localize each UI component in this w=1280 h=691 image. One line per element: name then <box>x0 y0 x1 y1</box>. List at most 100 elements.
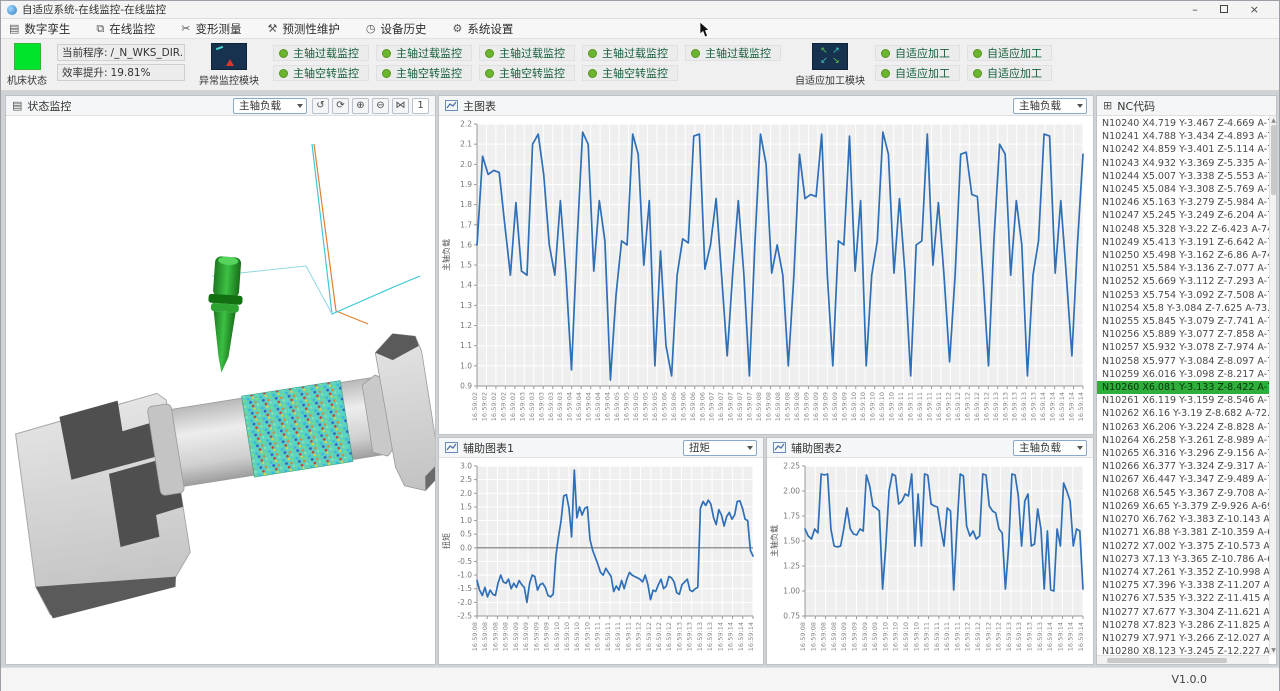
adaptive-machining-3[interactable]: 自适应加工 <box>875 65 960 81</box>
menu-item-online-monitor[interactable]: ⧉在线监控 <box>96 21 155 37</box>
nc-line[interactable]: N10254 X5.8 Y-3.084 Z-7.625 A-73.571 C <box>1097 302 1269 315</box>
nc-horizontal-scrollbar[interactable] <box>1097 655 1269 664</box>
menu-item-device-history[interactable]: ◷设备历史 <box>366 21 427 37</box>
fit-view-icon[interactable]: ⋈ <box>392 98 409 114</box>
nc-vertical-scrollbar[interactable]: ▲ ▼ <box>1269 116 1276 655</box>
rotate-left-icon[interactable]: ↺ <box>312 98 329 114</box>
svg-text:16:59:13: 16:59:13 <box>1001 392 1009 421</box>
nc-line[interactable]: N10253 X5.754 Y-3.092 Z-7.508 A-73.677 <box>1097 289 1269 302</box>
nc-line[interactable]: N10245 X5.084 Y-3.308 Z-5.769 A-75.088 <box>1097 183 1269 196</box>
machine-status-indicator <box>14 43 41 70</box>
menu-item-deform-measure[interactable]: ✂变形测量 <box>181 21 241 37</box>
nc-line[interactable]: N10261 X6.119 Y-3.159 Z-8.546 A-72.701 <box>1097 394 1269 407</box>
status-dot-icon <box>881 69 890 78</box>
nc-line[interactable]: N10279 X7.971 Y-3.266 Z-12.027 A-62.98 <box>1097 632 1269 645</box>
nc-line[interactable]: N10258 X5.977 Y-3.084 Z-8.097 A-73.138 <box>1097 355 1269 368</box>
zoom-out-icon[interactable]: ⊖ <box>372 98 389 114</box>
view-number[interactable]: 1 <box>412 98 429 114</box>
nc-line[interactable]: N10243 X4.932 Y-3.369 Z-5.335 A-75.523 <box>1097 157 1269 170</box>
nc-line[interactable]: N10264 X6.258 Y-3.261 Z-8.989 A-72.072 <box>1097 434 1269 447</box>
zoom-in-icon[interactable]: ⊕ <box>352 98 369 114</box>
nc-line[interactable]: N10242 X4.859 Y-3.401 Z-5.114 A-75.775 <box>1097 143 1269 156</box>
svg-text:16:59:11: 16:59:11 <box>943 622 951 651</box>
scroll-down-icon[interactable]: ▼ <box>1270 647 1276 654</box>
spindle-idle-monitor-2[interactable]: 主轴空转监控 <box>376 65 472 81</box>
adaptive-machining-4[interactable]: 自适应加工 <box>967 65 1052 81</box>
close-button[interactable]: × <box>1250 5 1259 15</box>
svg-text:16:59:09: 16:59:09 <box>522 622 530 651</box>
nc-line[interactable]: N10262 X6.16 Y-3.19 Z-8.682 A-72.534 C <box>1097 407 1269 420</box>
nc-line[interactable]: N10277 X7.677 Y-3.304 Z-11.621 A-64.48 <box>1097 606 1269 619</box>
device-history-icon: ◷ <box>366 22 376 35</box>
nc-line[interactable]: N10265 X6.316 Y-3.296 Z-9.156 A-71.771 <box>1097 447 1269 460</box>
nc-line[interactable]: N10255 X5.845 Y-3.079 Z-7.741 A-73.458 <box>1097 315 1269 328</box>
nc-line[interactable]: N10250 X5.498 Y-3.162 Z-6.86 A-74.178 C <box>1097 249 1269 262</box>
nc-line[interactable]: N10278 X7.823 Y-3.286 Z-11.825 A-63.73 <box>1097 619 1269 632</box>
spindle-overload-monitor-3[interactable]: 主轴过载监控 <box>479 45 575 61</box>
nc-line[interactable]: N10270 X6.762 Y-3.383 Z-10.143 A-69.34 <box>1097 513 1269 526</box>
nc-line[interactable]: N10263 X6.206 Y-3.224 Z-8.828 A-72.33 C <box>1097 421 1269 434</box>
spindle-overload-monitor-4[interactable]: 主轴过载监控 <box>582 45 678 61</box>
nc-line[interactable]: N10241 X4.788 Y-3.434 Z-4.893 A-76.062 <box>1097 130 1269 143</box>
menu-item-system-settings[interactable]: ⚙系统设置 <box>452 21 513 37</box>
adaptive-machining-1[interactable]: 自适应加工 <box>875 45 960 61</box>
nc-line[interactable]: N10248 X5.328 Y-3.22 Z-6.423 A-74.52 C <box>1097 223 1269 236</box>
machine-3d-view[interactable] <box>6 116 435 664</box>
nc-code-list[interactable]: N10240 X4.719 Y-3.467 Z-4.669 A-76.396N1… <box>1097 117 1269 655</box>
predictive-maintenance-icon: ⚒ <box>267 22 277 35</box>
nc-line[interactable]: N10274 X7.261 Y-3.352 Z-10.998 A-66.67 <box>1097 566 1269 579</box>
nc-line[interactable]: N10269 X6.65 Y-3.379 Z-9.926 A-69.947 C <box>1097 500 1269 513</box>
nc-line[interactable]: N10271 X6.88 Y-3.381 Z-10.359 A-68.711 <box>1097 526 1269 539</box>
viewer-signal-select[interactable]: 主轴负载 <box>233 98 307 114</box>
nc-line[interactable]: N10249 X5.413 Y-3.191 Z-6.642 A-74.346 <box>1097 236 1269 249</box>
svg-text:16:59:09: 16:59:09 <box>861 622 869 651</box>
nc-line[interactable]: N10272 X7.002 Y-3.375 Z-10.573 A-68.05 <box>1097 540 1269 553</box>
nc-line-current[interactable]: N10260 X6.081 Y-3.133 Z-8.422 A-72.835 <box>1097 381 1269 394</box>
status-dot-icon <box>881 49 890 58</box>
svg-text:0.5: 0.5 <box>460 530 472 539</box>
spindle-idle-monitor-3[interactable]: 主轴空转监控 <box>479 65 575 81</box>
nc-line[interactable]: N10246 X5.163 Y-3.279 Z-5.984 A-74.892 <box>1097 196 1269 209</box>
nc-line[interactable]: N10244 X5.007 Y-3.338 Z-5.553 A-75.297 <box>1097 170 1269 183</box>
nc-line[interactable]: N10273 X7.13 Y-3.365 Z-10.786 A-67.372 <box>1097 553 1269 566</box>
scroll-up-icon[interactable]: ▲ <box>1270 117 1276 124</box>
menu-item-predictive-maintenance[interactable]: ⚒预测性维护 <box>267 21 339 37</box>
nc-line[interactable]: N10247 X5.245 Y-3.249 Z-6.204 A-74.701 <box>1097 209 1269 222</box>
nc-line[interactable]: N10276 X7.535 Y-3.322 Z-11.415 A-65.22 <box>1097 592 1269 605</box>
spindle-idle-monitor-4[interactable]: 主轴空转监控 <box>582 65 678 81</box>
nc-line[interactable]: N10266 X6.377 Y-3.324 Z-9.317 A-71.443 <box>1097 460 1269 473</box>
adaptive-machining-2[interactable]: 自适应加工 <box>967 45 1052 61</box>
nc-line[interactable]: N10257 X5.932 Y-3.078 Z-7.974 A-73.243 <box>1097 341 1269 354</box>
svg-text:1.75: 1.75 <box>783 512 800 521</box>
svg-text:16:59:08: 16:59:08 <box>774 392 782 421</box>
nc-line[interactable]: N10259 X6.016 Y-3.098 Z-8.217 A-73.036 <box>1097 368 1269 381</box>
menu-item-digital-twin[interactable]: ▤数字孪生 <box>9 21 70 37</box>
svg-text:16:59:13: 16:59:13 <box>1036 622 1044 651</box>
aux-chart1-signal-select[interactable]: 扭矩 <box>683 440 757 456</box>
menu-item-label: 在线监控 <box>109 21 155 37</box>
svg-text:16:59:12: 16:59:12 <box>973 392 981 421</box>
spindle-overload-monitor-5[interactable]: 主轴过载监控 <box>685 45 781 61</box>
maximize-button[interactable] <box>1220 5 1228 15</box>
nc-line[interactable]: N10267 X6.447 Y-3.347 Z-9.489 A-71.055 <box>1097 473 1269 486</box>
spindle-overload-monitor-1[interactable]: 主轴过载监控 <box>273 45 369 61</box>
svg-text:16:59:10: 16:59:10 <box>881 622 889 651</box>
nc-line[interactable]: N10256 X5.889 Y-3.077 Z-7.858 A-73.348 <box>1097 328 1269 341</box>
abnormal-monitor-module-icon[interactable] <box>211 43 247 70</box>
adaptive-machining-module-icon[interactable]: ↖↗↙↘ <box>812 43 848 70</box>
nc-line[interactable]: N10252 X5.669 Y-3.112 Z-7.293 A-73.844 <box>1097 275 1269 288</box>
orbit-icon[interactable]: ⟳ <box>332 98 349 114</box>
spindle-idle-monitor-1[interactable]: 主轴空转监控 <box>273 65 369 81</box>
nc-line[interactable]: N10251 X5.584 Y-3.136 Z-7.077 A-74.012 <box>1097 262 1269 275</box>
system-settings-icon: ⚙ <box>452 22 462 35</box>
nc-line[interactable]: N10280 X8.123 Y-3.245 Z-12.227 A-62.23 <box>1097 645 1269 655</box>
nc-line[interactable]: N10275 X7.396 Y-3.338 Z-11.207 A-65.95 <box>1097 579 1269 592</box>
aux-chart2-signal-select[interactable]: 主轴负载 <box>1013 440 1087 456</box>
main-chart-signal-select[interactable]: 主轴负载 <box>1013 98 1087 114</box>
svg-text:1.1: 1.1 <box>460 341 472 350</box>
spindle-overload-monitor-2[interactable]: 主轴过载监控 <box>376 45 472 61</box>
nc-line[interactable]: N10268 X6.545 Y-3.367 Z-9.708 A-70.519 <box>1097 487 1269 500</box>
minimize-button[interactable]: – <box>1192 5 1198 15</box>
nc-line[interactable]: N10240 X4.719 Y-3.467 Z-4.669 A-76.396 <box>1097 117 1269 130</box>
status-dot-icon <box>279 49 288 58</box>
